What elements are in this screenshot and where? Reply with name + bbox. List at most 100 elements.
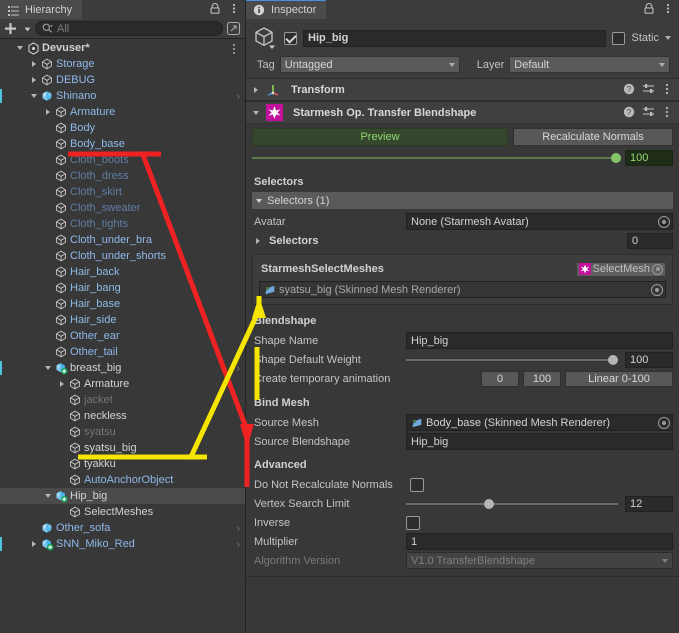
hierarchy-item-other-sofa[interactable]: Other_sofa › (0, 520, 245, 536)
expand-arrow[interactable] (28, 536, 40, 552)
expand-arrow[interactable] (28, 56, 40, 72)
prefab-open-chevron[interactable]: › (236, 523, 240, 535)
prefab-open-chevron[interactable]: › (236, 91, 240, 103)
hierarchy-item-body[interactable]: Body (0, 120, 245, 136)
inverse-checkbox[interactable] (406, 515, 420, 530)
tab-hierarchy[interactable]: Hierarchy (0, 0, 83, 19)
hierarchy-item-breast-big[interactable]: breast_big › (0, 360, 245, 376)
tab-inspector[interactable]: Inspector (246, 0, 327, 19)
scene-menu-icon[interactable] (229, 43, 239, 57)
shape-name-row: Shape Name Hip_big (252, 331, 673, 350)
hierarchy-item-hair-back[interactable]: Hair_back (0, 264, 245, 280)
hierarchy-item-syatsu[interactable]: syatsu (0, 424, 245, 440)
temp-anim-linear-button[interactable]: Linear 0-100 (565, 370, 673, 387)
gameobject-icon[interactable] (252, 25, 278, 51)
select-meshes-objectfield[interactable]: SelectMesh (575, 261, 666, 277)
help-icon[interactable]: ? (623, 83, 636, 96)
hierarchy-item-neckless[interactable]: neckless (0, 408, 245, 424)
hierarchy-item-hair-base[interactable]: Hair_base (0, 296, 245, 312)
selectors-count-field[interactable]: 0 (627, 232, 673, 249)
hierarchy-item-shinano[interactable]: Shinano › (0, 88, 245, 104)
component-menu-icon[interactable] (661, 83, 674, 96)
vertex-search-limit-slider[interactable] (406, 496, 618, 512)
hierarchy-item-debug[interactable]: DEBUG (0, 72, 245, 88)
hierarchy-item-autoanchorobject[interactable]: AutoAnchorObject (0, 472, 245, 488)
hierarchy-item-cloth-boots[interactable]: Cloth_boots (0, 152, 245, 168)
shape-default-weight-field[interactable]: 100 (625, 351, 673, 368)
prefab-open-chevron[interactable]: › (236, 539, 240, 551)
starmesh-expand-arrow[interactable] (250, 105, 262, 121)
hierarchy-item-armature[interactable]: Armature (0, 104, 245, 120)
hierarchy-item-other-ear[interactable]: Other_ear (0, 328, 245, 344)
temp-anim-zero-button[interactable]: 0 (481, 370, 519, 387)
expand-window-icon[interactable] (226, 21, 241, 36)
hierarchy-item-cloth-sweater[interactable]: Cloth_sweater (0, 200, 245, 216)
component-menu-icon[interactable] (661, 106, 674, 119)
hierarchy-item-cloth-under-shorts[interactable]: Cloth_under_shorts (0, 248, 245, 264)
hierarchy-item-cloth-tights[interactable]: Cloth_tights (0, 216, 245, 232)
info-icon (253, 4, 266, 17)
gameobject-name-input[interactable]: Hip_big (303, 29, 607, 47)
select-meshes-target-field[interactable]: syatsu_big (Skinned Mesh Renderer) (259, 281, 666, 298)
transform-header[interactable]: Transform ? (246, 79, 679, 101)
hierarchy-menu-icon[interactable] (228, 2, 241, 15)
selectors-foldout[interactable]: Selectors (1) (252, 192, 673, 209)
preview-weight-field[interactable]: 100 (625, 150, 673, 166)
add-dropdown-icon[interactable] (23, 22, 32, 35)
lock-icon[interactable] (643, 2, 656, 15)
do-not-recalculate-normals-checkbox[interactable] (410, 477, 424, 492)
hierarchy-item-cloth-under-bra[interactable]: Cloth_under_bra (0, 232, 245, 248)
hierarchy-item-hair-side[interactable]: Hair_side (0, 312, 245, 328)
hierarchy-item-storage[interactable]: Storage (0, 56, 245, 72)
preview-button[interactable]: Preview (252, 128, 508, 146)
hierarchy-item-tyakku[interactable]: tyakku (0, 456, 245, 472)
expand-arrow[interactable] (28, 72, 40, 88)
gameobject-active-checkbox[interactable] (284, 31, 297, 45)
hierarchy-item-hip-big[interactable]: Hip_big (0, 488, 245, 504)
hierarchy-scene-row[interactable]: Devuser* (0, 40, 245, 56)
layer-dropdown[interactable]: Default (509, 56, 670, 73)
lock-icon[interactable] (209, 2, 222, 15)
hierarchy-item-snn-miko-red[interactable]: SNN_Miko_Red › (0, 536, 245, 552)
preset-icon[interactable] (642, 83, 655, 96)
hierarchy-item-armature[interactable]: Armature (0, 376, 245, 392)
source-mesh-objectfield[interactable]: Body_base (Skinned Mesh Renderer) (406, 414, 673, 431)
multiplier-input[interactable]: 1 (406, 533, 673, 550)
expand-arrow[interactable] (42, 104, 54, 120)
expand-arrow[interactable] (28, 88, 40, 104)
hierarchy-item-jacket[interactable]: jacket (0, 392, 245, 408)
vertex-search-limit-field[interactable]: 12 (625, 495, 673, 512)
expand-arrow[interactable] (42, 360, 54, 376)
search-input[interactable]: All (35, 21, 223, 36)
hierarchy-item-syatsu-big[interactable]: syatsu_big (0, 440, 245, 456)
transform-expand-arrow[interactable] (250, 82, 262, 98)
help-icon[interactable]: ? (623, 106, 636, 119)
preview-weight-slider[interactable] (252, 150, 621, 166)
source-blendshape-input[interactable]: Hip_big (406, 433, 673, 450)
hierarchy-item-body-base[interactable]: Body_base (0, 136, 245, 152)
add-icon[interactable] (4, 22, 20, 35)
temp-anim-hundred-button[interactable]: 100 (523, 370, 561, 387)
selectors-list-expand-arrow[interactable] (252, 233, 263, 249)
shape-name-input[interactable]: Hip_big (406, 332, 673, 349)
static-checkbox[interactable] (612, 31, 626, 45)
hierarchy-item-other-tail[interactable]: Other_tail (0, 344, 245, 360)
hierarchy-item-hair-bang[interactable]: Hair_bang (0, 280, 245, 296)
hierarchy-item-selectmeshes[interactable]: SelectMeshes (0, 504, 245, 520)
starmesh-header[interactable]: Starmesh Op. Transfer Blendshape ? (246, 102, 679, 124)
algorithm-version-dropdown[interactable]: V1.0 TransferBlendshape (406, 552, 673, 569)
shape-default-weight-slider[interactable] (406, 352, 618, 368)
static-dropdown-icon[interactable] (665, 36, 671, 40)
expand-arrow[interactable] (56, 376, 68, 392)
tag-dropdown[interactable]: Untagged (279, 56, 460, 73)
hierarchy-tree[interactable]: Devuser* Storage DEBUG Shinano › Armature Bod… (0, 40, 245, 633)
prefab-open-chevron[interactable]: › (236, 363, 240, 375)
recalculate-normals-button[interactable]: Recalculate Normals (513, 128, 673, 146)
hierarchy-item-cloth-dress[interactable]: Cloth_dress (0, 168, 245, 184)
preset-icon[interactable] (642, 106, 655, 119)
inspector-menu-icon[interactable] (662, 2, 675, 15)
avatar-objectfield[interactable]: None (Starmesh Avatar) (406, 213, 673, 230)
hierarchy-item-cloth-skirt[interactable]: Cloth_skirt (0, 184, 245, 200)
expand-arrow[interactable] (42, 488, 54, 504)
scene-expand-arrow[interactable] (14, 40, 26, 56)
